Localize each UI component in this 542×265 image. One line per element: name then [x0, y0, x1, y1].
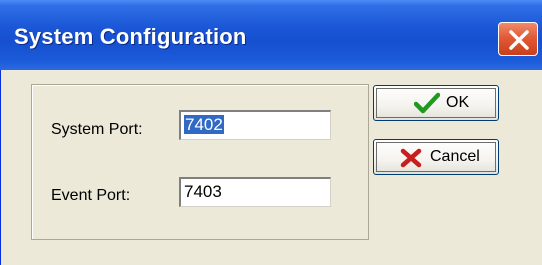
cancel-button-label: Cancel: [430, 148, 480, 165]
close-button[interactable]: [498, 22, 538, 56]
event-port-value: 7403: [184, 182, 222, 201]
title-bar[interactable]: System Configuration: [0, 0, 542, 70]
window-title: System Configuration: [14, 24, 247, 49]
dialog-body: System Port: 7402 Event Port: 7403 OK Ca…: [0, 70, 542, 265]
system-configuration-dialog: System Configuration System Port: 7402 E…: [0, 0, 542, 265]
system-port-field[interactable]: 7402: [179, 110, 331, 140]
ok-button[interactable]: OK: [373, 85, 499, 121]
checkmark-icon: [414, 92, 440, 114]
ports-group: [31, 84, 369, 240]
event-port-field[interactable]: 7403: [179, 177, 331, 207]
system-port-label: System Port:: [51, 121, 143, 138]
system-port-value: 7402: [184, 115, 224, 134]
ok-button-label: OK: [446, 94, 470, 111]
event-port-label: Event Port:: [51, 187, 131, 204]
x-icon: [400, 148, 422, 168]
close-icon: [509, 30, 529, 50]
cancel-button[interactable]: Cancel: [373, 139, 499, 175]
